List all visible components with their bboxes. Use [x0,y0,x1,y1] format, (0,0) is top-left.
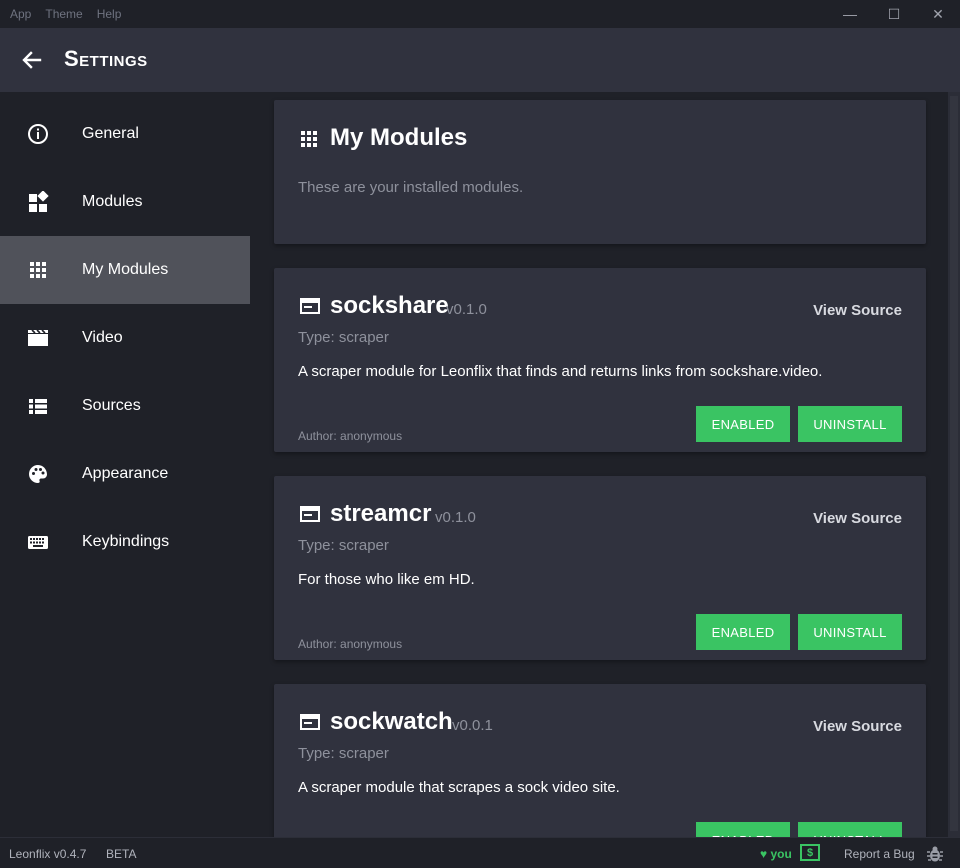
palette-icon [29,465,47,483]
settings-header: Settings [0,28,960,92]
module-name: sockwatch [330,708,453,735]
sidebar-item-label: My Modules [82,261,169,278]
module-card-streamcr: streamcr v0.1.0 View Source Type: scrape… [274,476,926,660]
view-source-link[interactable]: View Source [813,718,902,735]
uninstall-button[interactable]: UNINSTALL [798,406,902,442]
bug-icon[interactable] [926,845,944,863]
module-type: Type: scraper [298,329,389,346]
close-button[interactable]: ✕ [918,0,958,28]
module-type: Type: scraper [298,745,389,762]
my-modules-header-card: My Modules These are your installed modu… [274,100,926,244]
back-arrow-icon[interactable] [18,48,46,72]
page-title: Settings [64,46,148,71]
sidebar-item-label: General [82,125,139,142]
minimize-icon: — [843,6,857,22]
sidebar-item-label: Video [82,329,123,346]
heart-you-link[interactable]: ♥ you [760,847,792,861]
module-window-icon [300,506,320,522]
enabled-button[interactable]: ENABLED [696,406,790,442]
module-card-sockwatch: sockwatch v0.0.1 View Source Type: scrap… [274,684,926,837]
sidebar-item-label: Appearance [82,465,169,482]
report-bug-link[interactable]: Report a Bug [844,847,915,861]
minimize-button[interactable]: — [830,0,870,28]
list-icon [29,399,47,414]
sidebar-item-modules[interactable]: Modules [0,168,250,236]
section-subtitle: These are your installed modules. [298,179,524,196]
view-source-link[interactable]: View Source [813,302,902,319]
scrollbar-thumb[interactable] [950,96,958,831]
maximize-icon: ☐ [887,5,901,22]
enabled-button[interactable]: ENABLED [696,822,790,837]
sidebar-item-label: Modules [82,193,143,210]
module-window-icon [300,298,320,314]
apps-grid-icon [301,131,317,147]
close-icon: ✕ [932,5,944,22]
sidebar-item-label: Sources [82,397,141,414]
sidebar-item-sources[interactable]: Sources [0,372,250,440]
sidebar-item-label: Keybindings [82,533,170,550]
donate-icon[interactable]: $ [800,844,820,861]
status-bar: Leonflix v0.4.7 BETA ♥ you $ Report a Bu… [0,837,960,868]
menu-app[interactable]: App [10,7,31,21]
module-name: streamcr [330,500,432,527]
module-author: Author: anonymous [298,637,403,651]
widgets-icon [29,191,49,212]
module-description: A scraper module for Leonflix that finds… [298,363,823,380]
app-version: Leonflix v0.4.7 [9,847,87,861]
sidebar-item-keybindings[interactable]: Keybindings [0,508,250,576]
module-version: v0.1.0 [446,301,487,318]
sidebar-item-my-modules[interactable]: My Modules [0,236,250,304]
enabled-button[interactable]: ENABLED [696,614,790,650]
uninstall-button[interactable]: UNINSTALL [798,614,902,650]
apps-grid-icon [30,262,46,278]
module-version: v0.1.0 [435,509,476,526]
info-circle-icon [28,124,48,144]
module-type: Type: scraper [298,537,389,554]
module-version: v0.0.1 [452,717,493,734]
menu-theme[interactable]: Theme [45,7,82,21]
beta-badge: BETA [106,847,137,861]
menu-bar: App Theme Help [0,0,960,28]
module-card-sockshare: sockshare v0.1.0 View Source Type: scrap… [274,268,926,452]
module-window-icon [300,714,320,730]
view-source-link[interactable]: View Source [813,510,902,527]
uninstall-button[interactable]: UNINSTALL [798,822,902,837]
sidebar-item-video[interactable]: Video [0,304,250,372]
sidebar-item-appearance[interactable]: Appearance [0,440,250,508]
module-author: Author: anonymous [298,429,403,443]
sidebar: General Modules My Modules Video Sources… [0,92,250,837]
keyboard-icon [28,536,48,549]
module-description: For those who like em HD. [298,571,475,588]
maximize-button[interactable]: ☐ [874,0,914,28]
module-description: A scraper module that scrapes a sock vid… [298,779,620,796]
main-content: My Modules These are your installed modu… [250,92,948,837]
clapperboard-icon [28,329,48,346]
section-title: My Modules [330,124,468,151]
sidebar-item-general[interactable]: General [0,100,250,168]
menu-help[interactable]: Help [97,7,122,21]
module-name: sockshare [330,292,449,319]
